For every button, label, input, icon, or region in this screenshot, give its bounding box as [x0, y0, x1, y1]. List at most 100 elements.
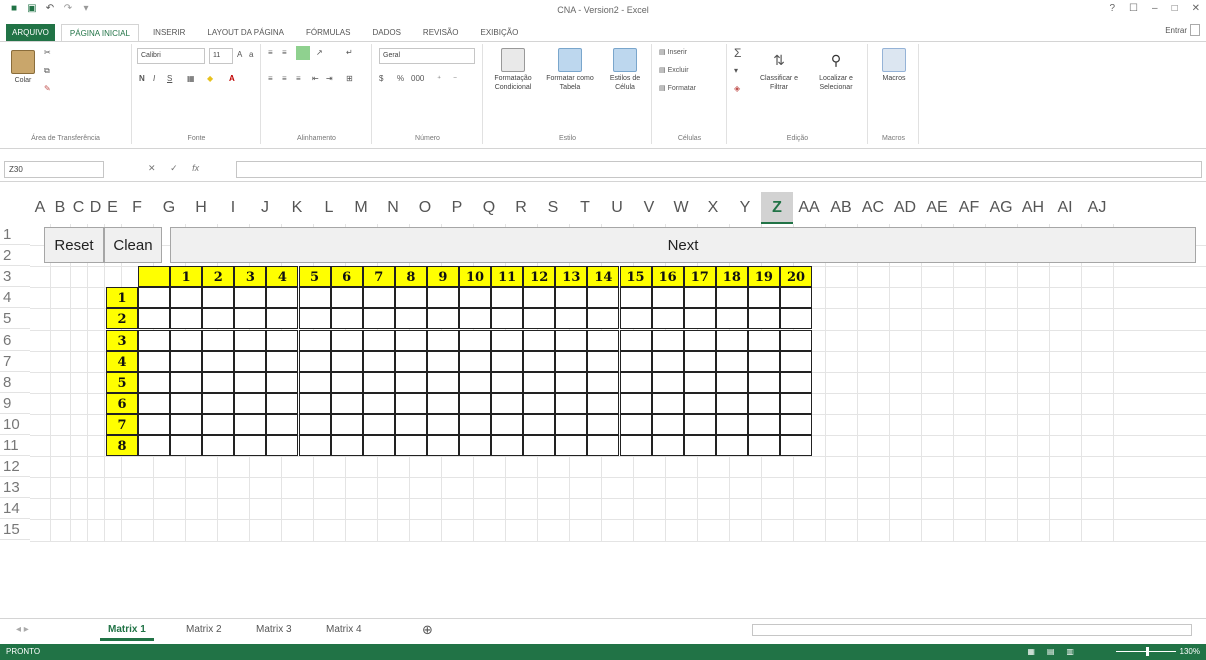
matrix-cell[interactable]: [138, 350, 171, 372]
redo-icon[interactable]: ↷: [62, 3, 74, 15]
column-header-g[interactable]: G: [153, 192, 185, 224]
matrix-cell[interactable]: [715, 392, 748, 414]
matrix-cell[interactable]: [555, 308, 588, 330]
matrix-cell[interactable]: [362, 413, 395, 435]
matrix-cell[interactable]: [523, 392, 556, 414]
matrix-cell[interactable]: [523, 287, 556, 309]
tab-review[interactable]: REVISÃO: [415, 24, 467, 42]
matrix-cell[interactable]: [619, 329, 652, 351]
column-header-ab[interactable]: AB: [825, 192, 857, 224]
sort-filter-button[interactable]: ⇅ Classificar e Filtrar: [754, 48, 804, 92]
matrix-cell[interactable]: [459, 287, 492, 309]
conditional-formatting-button[interactable]: Formatação Condicional: [488, 48, 538, 92]
italic-button[interactable]: I: [153, 74, 155, 83]
matrix-cell[interactable]: [491, 308, 524, 330]
add-sheet-icon[interactable]: ⊕: [414, 619, 441, 641]
row-header-14[interactable]: 14: [0, 498, 30, 520]
matrix-cell[interactable]: [202, 329, 235, 351]
matrix-cell[interactable]: [170, 329, 203, 351]
matrix-cell[interactable]: [523, 350, 556, 372]
column-header-m[interactable]: M: [345, 192, 377, 224]
row-header-8[interactable]: 8: [0, 372, 30, 393]
matrix-cell[interactable]: [170, 435, 203, 457]
matrix-cell[interactable]: [651, 371, 684, 393]
align-left-icon[interactable]: ≡: [268, 74, 273, 83]
matrix-cell[interactable]: [138, 308, 171, 330]
matrix-cell[interactable]: [266, 413, 299, 435]
matrix-cell[interactable]: [362, 371, 395, 393]
matrix-cell[interactable]: [491, 287, 524, 309]
matrix-cell[interactable]: [298, 308, 331, 330]
matrix-cell[interactable]: [523, 371, 556, 393]
matrix-cell[interactable]: [298, 287, 331, 309]
matrix-cell[interactable]: [234, 308, 267, 330]
row-header-5[interactable]: 5: [0, 308, 30, 330]
scroll-sheets-left-icon[interactable]: ◂ ▸: [8, 619, 37, 641]
percent-button[interactable]: %: [397, 74, 404, 83]
borders-icon[interactable]: ▦: [187, 74, 195, 83]
column-header-aa[interactable]: AA: [793, 192, 825, 224]
matrix-cell[interactable]: [394, 350, 427, 372]
cell-styles-button[interactable]: Estilos de Célula: [602, 48, 648, 92]
matrix-cell[interactable]: [715, 350, 748, 372]
matrix-cell[interactable]: [202, 350, 235, 372]
matrix-cell[interactable]: [651, 329, 684, 351]
matrix-cell[interactable]: [747, 350, 780, 372]
number-format-select[interactable]: Geral: [379, 48, 475, 64]
column-header-y[interactable]: Y: [729, 192, 761, 224]
matrix-cell[interactable]: [780, 371, 813, 393]
matrix-cell[interactable]: [394, 308, 427, 330]
column-header-v[interactable]: V: [633, 192, 665, 224]
horizontal-scrollbar[interactable]: [752, 624, 1192, 636]
matrix-cell[interactable]: [234, 287, 267, 309]
cancel-icon[interactable]: ✕: [148, 163, 156, 173]
decrease-decimal-icon[interactable]: ⁻: [453, 74, 457, 83]
column-header-l[interactable]: L: [313, 192, 345, 224]
thousands-button[interactable]: 000: [411, 74, 424, 83]
matrix-cell[interactable]: [266, 308, 299, 330]
matrix-cell[interactable]: [651, 287, 684, 309]
matrix-cell[interactable]: [330, 350, 363, 372]
matrix-cell[interactable]: [362, 287, 395, 309]
matrix-cell[interactable]: [555, 371, 588, 393]
cut-icon[interactable]: ✂: [44, 48, 51, 57]
matrix-cell[interactable]: [298, 371, 331, 393]
row-header-1[interactable]: 1: [0, 224, 30, 246]
matrix-cell[interactable]: [651, 350, 684, 372]
matrix-cell[interactable]: [266, 392, 299, 414]
matrix-cell[interactable]: [715, 371, 748, 393]
matrix-cell[interactable]: [426, 329, 459, 351]
matrix-cell[interactable]: [555, 435, 588, 457]
matrix-cell[interactable]: [555, 350, 588, 372]
matrix-cell[interactable]: [523, 329, 556, 351]
tab-data[interactable]: DADOS: [364, 24, 408, 42]
matrix-cell[interactable]: [330, 435, 363, 457]
matrix-cell[interactable]: [394, 329, 427, 351]
name-box[interactable]: Z30: [4, 161, 104, 178]
matrix-cell[interactable]: [683, 329, 716, 351]
decrease-font-icon[interactable]: a: [249, 50, 253, 59]
matrix-cell[interactable]: [747, 371, 780, 393]
merge-center-icon[interactable]: ⊞: [346, 74, 353, 83]
matrix-cell[interactable]: [202, 392, 235, 414]
fill-color-icon[interactable]: ◆: [207, 74, 213, 83]
matrix-cell[interactable]: [587, 392, 620, 414]
insert-cells-button[interactable]: ▤ Inserir: [659, 48, 687, 56]
help-icon[interactable]: ?: [1109, 3, 1115, 14]
matrix-cell[interactable]: [683, 413, 716, 435]
matrix-cell[interactable]: [587, 371, 620, 393]
matrix-cell[interactable]: [426, 435, 459, 457]
tab-file[interactable]: ARQUIVO: [6, 24, 55, 42]
bold-button[interactable]: N: [139, 74, 145, 83]
matrix-cell[interactable]: [330, 371, 363, 393]
matrix-cell[interactable]: [138, 413, 171, 435]
insert-function-icon[interactable]: fx: [192, 163, 199, 173]
matrix-cell[interactable]: [202, 371, 235, 393]
matrix-cell[interactable]: [780, 287, 813, 309]
matrix-cell[interactable]: [266, 350, 299, 372]
matrix-cell[interactable]: [138, 329, 171, 351]
matrix-cell[interactable]: [587, 329, 620, 351]
format-as-table-button[interactable]: Formatar como Tabela: [542, 48, 598, 92]
matrix-cell[interactable]: [298, 413, 331, 435]
format-cells-button[interactable]: ▤ Formatar: [659, 84, 696, 92]
